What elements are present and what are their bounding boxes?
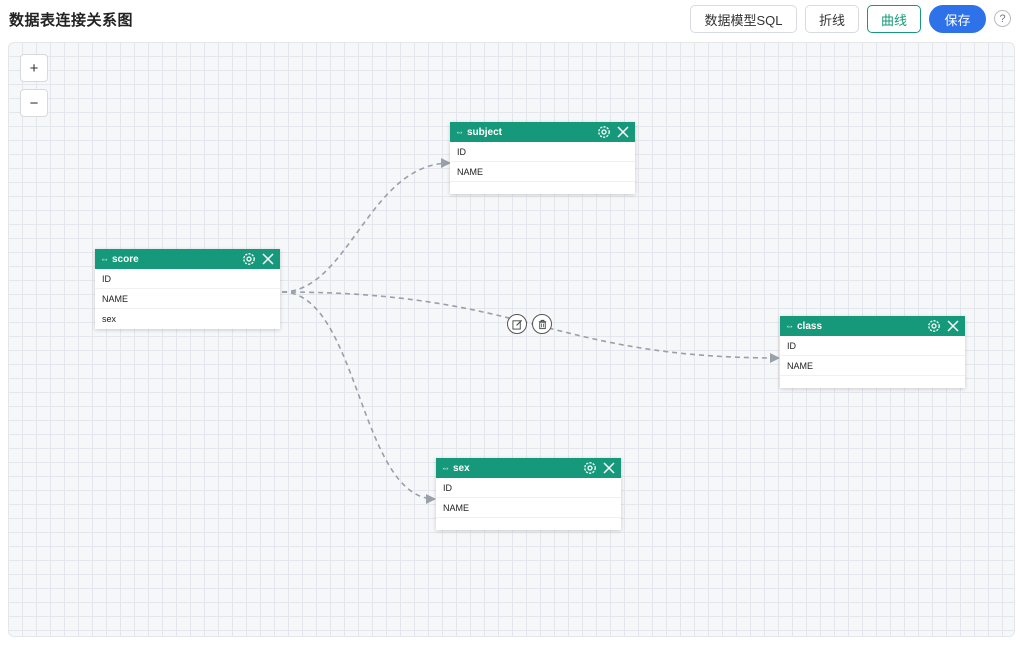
field-row[interactable]: ID [450, 142, 635, 162]
field-row[interactable]: ID [780, 336, 965, 356]
table-name: class [797, 320, 823, 332]
field-row[interactable]: ID [436, 478, 621, 498]
curve-button[interactable]: 曲线 [867, 5, 921, 33]
edge-score-class[interactable] [281, 291, 780, 363]
trash-icon [538, 319, 546, 329]
field-row[interactable]: NAME [95, 289, 280, 309]
edge-score-sex[interactable] [281, 291, 436, 504]
table-node-score[interactable]: ⇔ score ID NAME sex [95, 249, 280, 329]
table-header[interactable]: ⇔ class [780, 316, 965, 336]
field-row[interactable]: sex [95, 309, 280, 329]
table-header[interactable]: ⇔ subject [450, 122, 635, 142]
field-row[interactable]: NAME [450, 162, 635, 182]
table-node-subject[interactable]: ⇔ subject ID NAME [450, 122, 635, 194]
polyline-button[interactable]: 折线 [805, 5, 859, 33]
link-arrows-icon: ⇔ [455, 127, 464, 137]
table-name: sex [453, 462, 470, 474]
table-name: subject [467, 126, 503, 138]
field-row[interactable]: NAME [436, 498, 621, 518]
table-node-class[interactable]: ⇔ class ID NAME [780, 316, 965, 388]
link-arrows-icon: ⇔ [441, 463, 450, 473]
sql-button[interactable]: 数据模型SQL [690, 5, 797, 33]
edge-edit-button[interactable] [507, 314, 527, 334]
table-node-sex[interactable]: ⇔ sex ID NAME [436, 458, 621, 530]
gear-icon[interactable] [596, 124, 612, 140]
gear-icon[interactable] [241, 251, 257, 267]
gear-icon[interactable] [926, 318, 942, 334]
edge-score-subject[interactable] [281, 158, 451, 293]
edit-icon [511, 319, 522, 330]
table-header[interactable]: ⇔ sex [436, 458, 621, 478]
link-arrows-icon: ⇔ [785, 321, 794, 331]
help-icon[interactable]: ? [994, 10, 1011, 27]
save-button[interactable]: 保存 [929, 5, 986, 33]
close-icon[interactable] [946, 319, 960, 333]
field-row[interactable]: NAME [780, 356, 965, 376]
table-header[interactable]: ⇔ score [95, 249, 280, 269]
close-icon[interactable] [602, 461, 616, 475]
link-arrows-icon: ⇔ [100, 254, 109, 264]
table-name: score [112, 253, 139, 265]
gear-icon[interactable] [582, 460, 598, 476]
page-title: 数据表连接关系图 [9, 12, 134, 29]
zoom-out-button[interactable]: − [20, 89, 48, 117]
close-icon[interactable] [616, 125, 630, 139]
field-row[interactable]: ID [95, 269, 280, 289]
close-icon[interactable] [261, 252, 275, 266]
edge-delete-button[interactable] [532, 314, 552, 334]
diagram-canvas[interactable]: + − ⇔ subject ID NAME ⇔ score ID NAME se… [8, 42, 1015, 637]
zoom-in-button[interactable]: + [20, 54, 48, 82]
